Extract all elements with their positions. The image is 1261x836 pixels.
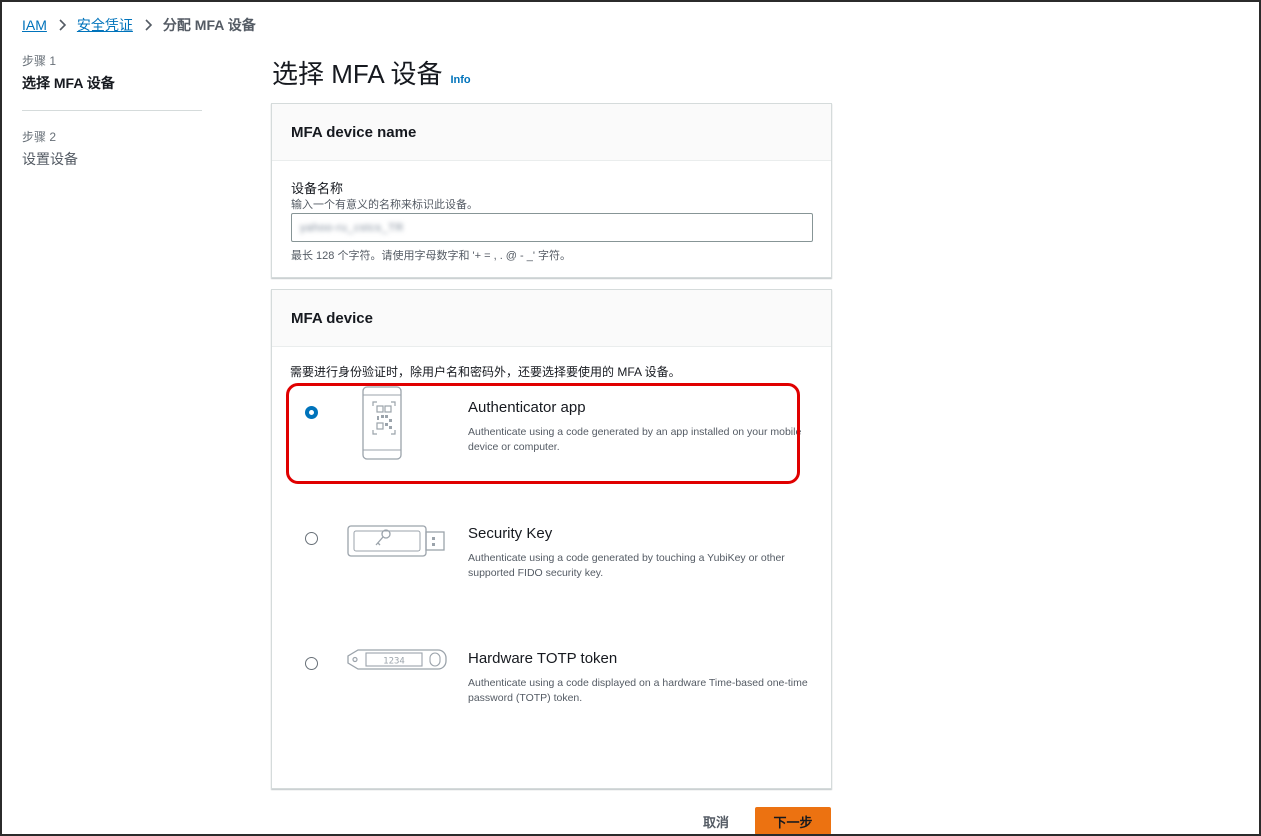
device-name-label: 设备名称 <box>291 181 344 196</box>
page-title: 选择 MFA 设备 <box>272 59 443 89</box>
step-number: 步骤 1 <box>22 54 57 68</box>
cancel-button[interactable]: 取消 <box>690 808 742 834</box>
device-name-description: 输入一个有意义的名称来标识此设备。 <box>291 199 478 211</box>
option-title: Authenticator app <box>468 399 586 416</box>
usb-key-icon <box>344 512 448 592</box>
option-security-key[interactable]: Security Key Authenticate using a code g… <box>288 512 800 608</box>
step-title: 设置设备 <box>22 151 78 167</box>
page-header: 选择 MFA 设备 Info <box>272 54 471 91</box>
phone-qr-icon <box>344 386 448 466</box>
radio-hardware-totp[interactable] <box>305 657 318 670</box>
panel-title: MFA device <box>291 309 373 327</box>
info-link[interactable]: Info <box>450 74 470 86</box>
panel-header: MFA device name <box>272 104 831 161</box>
option-title: Security Key <box>468 525 553 542</box>
breadcrumb-current: 分配 MFA 设备 <box>162 17 256 33</box>
chevron-right-icon <box>143 19 153 31</box>
next-button[interactable]: 下一步 <box>755 807 831 835</box>
device-name-constraint: 最长 128 个字符。请使用字母数字和 '+ = , . @ - _' 字符。 <box>291 250 572 262</box>
mfa-device-intro: 需要进行身份验证时，除用户名和密码外，还要选择要使用的 MFA 设备。 <box>290 365 681 379</box>
totp-token-icon: 1234 <box>344 637 448 717</box>
option-description: Authenticate using a code displayed on a… <box>468 677 808 704</box>
device-name-input[interactable]: yahoo-ru_cstcs_TR <box>291 213 813 242</box>
mfa-device-panel: MFA device 需要进行身份验证时，除用户名和密码外，还要选择要使用的 M… <box>271 289 832 789</box>
breadcrumb: IAM 安全凭证 分配 MFA 设备 <box>22 15 256 35</box>
radio-authenticator-app[interactable] <box>305 406 318 419</box>
wizard-steps: 步骤 1 选择 MFA 设备 步骤 2 设置设备 <box>22 52 202 169</box>
device-name-value: yahoo-ru_cstcs_TR <box>300 221 404 234</box>
panel-title: MFA device name <box>291 123 417 141</box>
radio-security-key[interactable] <box>305 532 318 545</box>
step-divider <box>22 110 202 111</box>
step-number: 步骤 2 <box>22 130 57 144</box>
panel-header: MFA device <box>272 290 831 347</box>
option-description: Authenticate using a code generated by a… <box>468 426 802 453</box>
option-hardware-totp[interactable]: 1234 Hardware TOTP token Authenticate us… <box>288 637 808 733</box>
mfa-device-name-panel: MFA device name 设备名称 输入一个有意义的名称来标识此设备。 y… <box>271 103 832 278</box>
totp-token-display: 1234 <box>383 657 405 667</box>
step-1: 步骤 1 选择 MFA 设备 <box>22 52 202 93</box>
chevron-right-icon <box>57 19 67 31</box>
step-2: 步骤 2 设置设备 <box>22 128 202 169</box>
option-description: Authenticate using a code generated by t… <box>468 552 785 579</box>
step-title: 选择 MFA 设备 <box>22 75 115 91</box>
option-authenticator-app[interactable]: Authenticator app Authenticate using a c… <box>288 386 801 482</box>
option-title: Hardware TOTP token <box>468 650 618 667</box>
breadcrumb-link-iam[interactable]: IAM <box>22 17 47 33</box>
breadcrumb-link-security-credentials[interactable]: 安全凭证 <box>77 15 133 35</box>
